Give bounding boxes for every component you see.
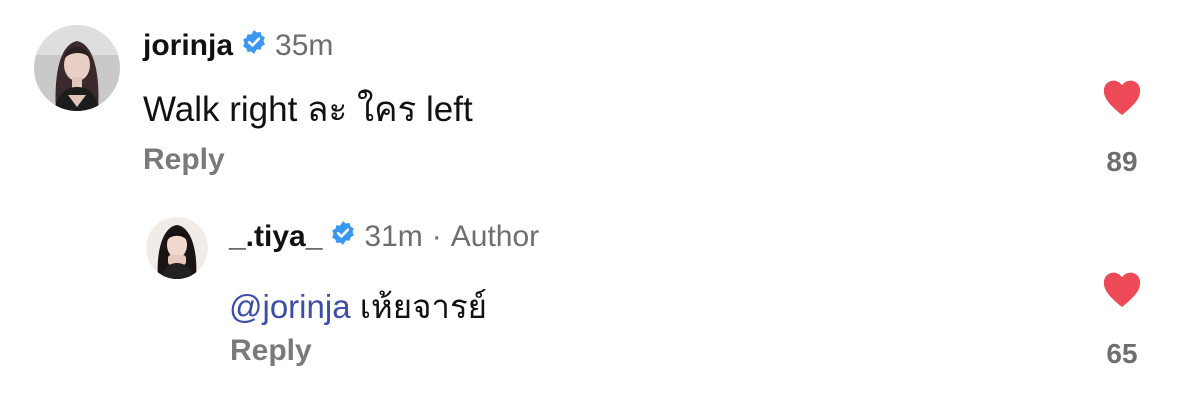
like-count: 65 — [1106, 338, 1138, 369]
comment-text: Walk right ละ ใคร left — [143, 90, 473, 129]
username[interactable]: jorinja — [143, 29, 233, 63]
comment-time: 31m — [364, 220, 423, 253]
avatar[interactable] — [34, 25, 120, 111]
comment: jorinja 35m Walk right ละ ใคร left Reply… — [0, 0, 1200, 200]
comment-time: 35m — [275, 29, 334, 62]
comment-body: เห้ยจารย์ — [359, 288, 488, 325]
reply-button[interactable]: Reply — [143, 143, 225, 177]
heart-icon[interactable] — [1101, 78, 1143, 116]
comment-text: @jorinja เห้ยจารย์ — [229, 280, 487, 333]
comment-meta: _.tiya_ 31m · Author — [229, 217, 539, 257]
username[interactable]: _.tiya_ — [229, 220, 322, 254]
like-count: 89 — [1106, 146, 1138, 177]
verified-badge-icon — [241, 29, 267, 63]
mention-link[interactable]: @jorinja — [229, 288, 351, 325]
reply-button[interactable]: Reply — [230, 334, 312, 368]
author-tag: Author — [450, 220, 540, 253]
verified-badge-icon — [330, 220, 356, 254]
like-section: 65 — [1100, 270, 1144, 370]
like-section: 89 — [1100, 78, 1144, 178]
avatar[interactable] — [146, 217, 208, 279]
meta-separator: · — [431, 220, 442, 253]
comment-thread: jorinja 35m Walk right ละ ใคร left Reply… — [0, 0, 1200, 394]
heart-icon[interactable] — [1101, 270, 1143, 308]
reply-comment: _.tiya_ 31m · Author @jorinja เห้ยจารย์ … — [0, 200, 1200, 394]
comment-meta: jorinja 35m — [143, 26, 333, 66]
